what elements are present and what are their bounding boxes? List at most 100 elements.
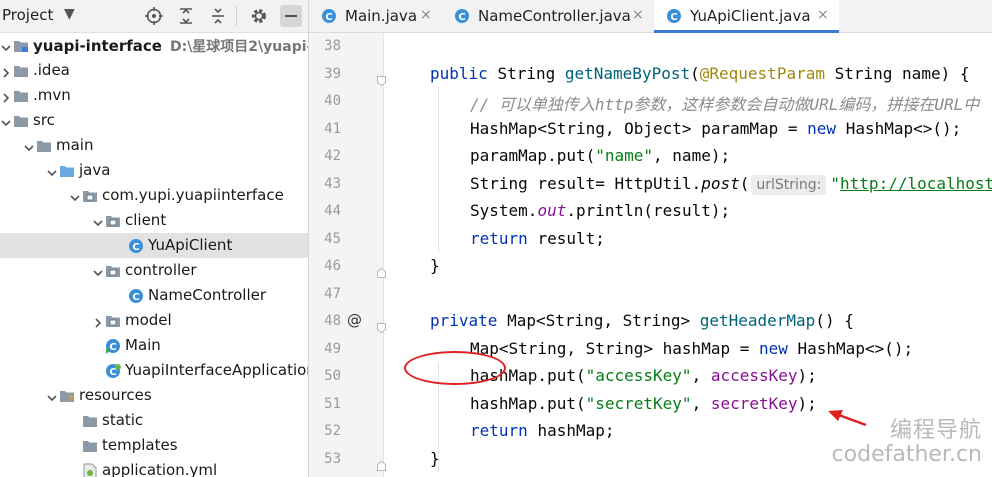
tree-item[interactable]: com.yupi.yuapiinterface [0,183,309,208]
svg-text:C: C [325,12,332,23]
code-token: post [701,173,740,193]
close-icon[interactable]: × [420,7,432,23]
editor-tab[interactable]: C NameController.java × [442,0,654,32]
tree-item[interactable]: .idea [0,58,309,83]
locate-crosshair-icon[interactable] [143,5,165,27]
tree-item[interactable]: templates [0,433,309,458]
chevron-down-icon[interactable]: ▼ [64,6,75,22]
close-icon[interactable]: × [817,7,829,23]
tree-item[interactable]: C NameController [0,283,309,308]
editor-tab[interactable]: C YuApiClient.java × [654,0,839,33]
code-line[interactable]: // 可以单独传入http参数，这样参数会自动做URL编码，拼接在URL中 [470,91,979,115]
code-line[interactable]: private Map<String, String> getHeaderMap… [430,311,854,330]
code-token: , [691,366,711,385]
code-line[interactable]: public String getNameByPost(@RequestPara… [430,64,969,83]
code-token: getHeaderMap [699,311,816,330]
tree-item-label: com.yupi.yuapiinterface [102,186,284,204]
chevron-down-icon[interactable] [46,164,58,177]
code-token: public [430,63,498,83]
tree-item[interactable]: java [0,158,309,183]
tree-item[interactable]: application.yml [0,458,309,477]
tree-item[interactable]: src [0,108,309,133]
fold-collapse-icon[interactable] [377,71,386,86]
code-token: hashMap; [537,421,615,440]
chevron-down-icon[interactable] [0,39,12,52]
package-icon [105,213,121,227]
code-token: ); [797,366,817,385]
code-token: paramMap.put( [470,146,596,165]
chevron-down-icon[interactable] [23,139,35,152]
override-marker-icon[interactable]: @ [347,311,362,329]
yaml-file-icon [82,463,98,477]
tree-item[interactable]: model [0,308,309,333]
expand-all-icon[interactable] [175,5,197,27]
tree-item[interactable]: C YuapiInterfaceApplication [0,358,309,383]
chevron-down-icon[interactable] [0,114,12,127]
line-number: 38 [324,38,341,54]
chevron-right-icon[interactable] [0,64,12,78]
annotation-circle [404,351,506,385]
collapse-all-icon[interactable] [207,5,229,27]
class-icon: C [128,288,144,303]
folder-icon [82,413,98,427]
code-line[interactable]: HashMap<String, Object> paramMap = new H… [470,119,961,138]
fold-end-icon[interactable] [377,263,386,278]
code-token: new [807,118,846,138]
folder-icon [13,88,29,102]
fold-end-icon[interactable] [377,456,386,471]
code-editor[interactable]: 38 39 40 41 42 43 44 45 46 47 48 @49 50 51 52 53 public… [309,33,992,477]
chevron-down-icon[interactable] [46,389,58,402]
code-token: () { [815,311,854,330]
tree-item[interactable]: C Main [0,333,309,358]
project-view-title[interactable]: Project [2,6,53,24]
line-number: 45 [324,230,341,247]
chevron-right-icon[interactable] [0,89,12,103]
gear-icon[interactable] [248,5,270,27]
code-token: // 可以单独传入http参数，这样参数会自动做URL编码，拼接在URL中 [470,95,980,114]
code-token: String [497,63,565,83]
tree-item-label: Main [125,336,161,354]
code-token: private [430,311,508,330]
package-icon [82,188,98,202]
chevron-down-icon[interactable] [92,214,104,227]
code-line[interactable]: String result= HttpUtil.post(urlString: "… [470,174,992,195]
code-line[interactable]: System.out.println(result); [470,201,730,220]
code-token: accessKey [710,366,798,385]
tree-item[interactable]: client [0,208,309,233]
tree-item[interactable]: controller [0,258,309,283]
folder-icon [13,113,29,127]
code-line[interactable]: } [430,256,440,275]
tree-item[interactable]: static [0,408,309,433]
code-line[interactable]: hashMap.put("accessKey", accessKey); [470,366,817,385]
code-line[interactable]: return result; [470,229,605,248]
fold-collapse-icon[interactable] [377,318,386,334]
class-icon: C [128,238,144,253]
tree-item-label: YuapiInterfaceApplication [125,361,309,379]
chevron-down-icon[interactable] [69,189,81,202]
line-number: 43 [324,175,341,192]
editor-tab[interactable]: C Main.java × [309,0,442,32]
code-line[interactable]: Map<String, String> hashMap = new HashMa… [470,339,913,358]
code-line[interactable]: hashMap.put("secretKey", secretKey); [470,394,817,413]
code-line[interactable]: return hashMap; [470,421,615,440]
tree-item[interactable]: main [0,133,309,158]
chevron-right-icon[interactable] [92,314,104,328]
code-line[interactable]: paramMap.put("name", name); [470,146,730,165]
code-token: HashMap<>(); [845,118,962,138]
tree-item[interactable]: .mvn [0,83,309,108]
close-icon[interactable]: × [632,7,644,23]
code-token: ); [797,393,817,413]
tree-item[interactable]: yuapi-interfaceD:\星球项目2\yuapi-inter [0,33,309,58]
class-icon: C [666,8,682,24]
code-token: , name); [653,146,731,165]
tree-item-label: .mvn [33,86,71,104]
tree-item[interactable]: resources [0,383,309,408]
annotation-arrow-icon [828,410,867,427]
tree-item-label: main [56,136,94,154]
code-token: HashMap<String, Object> paramMap = [470,118,808,138]
minimize-panel-icon[interactable] [280,5,302,27]
package-icon [105,263,121,277]
chevron-down-icon[interactable] [92,264,104,277]
tree-item[interactable]: C YuApiClient [0,233,309,258]
source-folder-icon [59,163,75,177]
